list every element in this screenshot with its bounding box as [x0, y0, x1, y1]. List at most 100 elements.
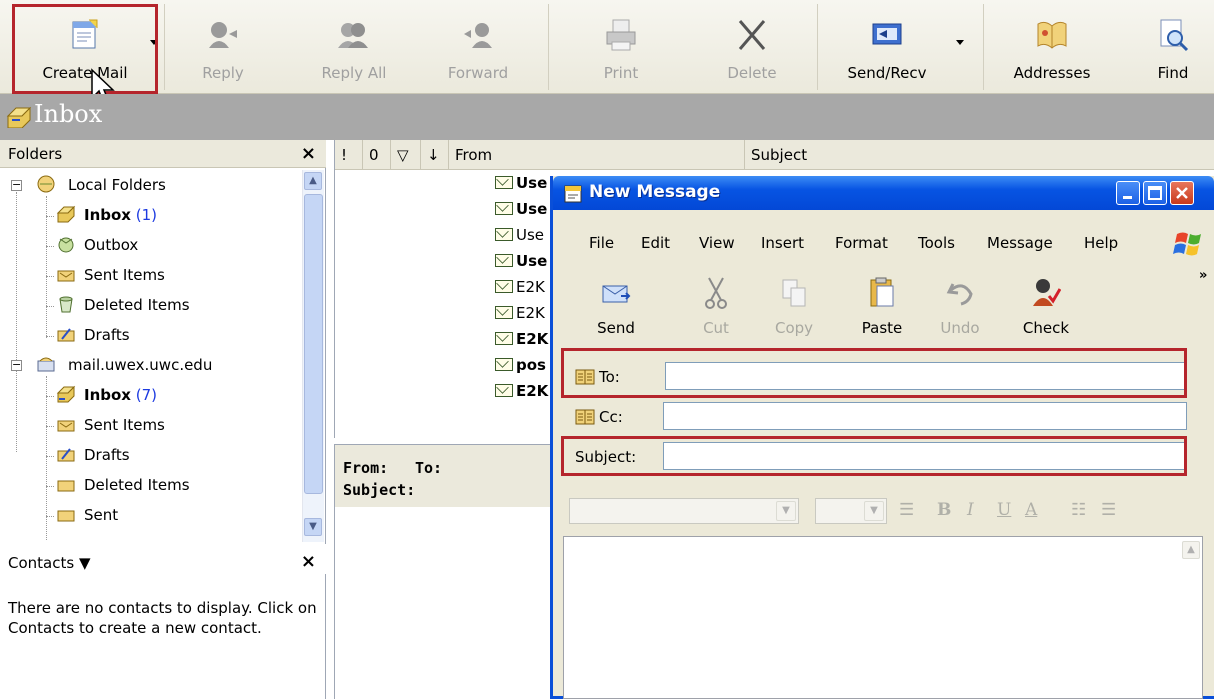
minimize-button[interactable] — [1116, 181, 1140, 205]
preview-to-label: To: — [415, 459, 443, 477]
cc-field[interactable] — [663, 402, 1187, 430]
table-row[interactable]: Use — [495, 252, 547, 278]
table-row[interactable]: E2K — [495, 278, 545, 304]
reply-icon — [209, 22, 237, 48]
send-button[interactable]: Send — [581, 266, 651, 354]
column-watch[interactable]: ↓ — [421, 140, 449, 170]
numbered-list-icon[interactable]: ☷ — [1071, 500, 1086, 520]
font-select[interactable]: ▼ — [569, 498, 799, 524]
check-names-button[interactable]: Check — [1011, 266, 1081, 354]
cut-button[interactable]: Cut — [681, 266, 751, 354]
table-row[interactable]: Use — [495, 174, 547, 200]
scroll-up-icon[interactable]: ▲ — [1182, 541, 1200, 559]
menu-file[interactable]: File — [589, 234, 614, 252]
column-attachment[interactable]: 0 — [363, 140, 391, 170]
new-message-titlebar[interactable]: New Message — [553, 176, 1214, 210]
folder-sent-items-server[interactable]: Sent Items — [46, 412, 300, 440]
send-icon — [602, 285, 631, 303]
find-button[interactable]: Find — [1138, 6, 1208, 92]
bullet-list-icon[interactable]: ☰ — [1101, 500, 1116, 520]
table-row[interactable]: E2K — [495, 382, 548, 408]
scroll-down-icon[interactable]: ▼ — [304, 518, 322, 536]
table-row[interactable]: Use — [495, 200, 547, 226]
bold-button[interactable]: B — [937, 500, 951, 520]
contacts-empty-message: There are no contacts to display. Click … — [8, 599, 317, 637]
folder-mail-server[interactable]: − mail.uwex.uwc.edu — [10, 352, 300, 380]
banner-title: Inbox — [34, 100, 103, 128]
folder-drafts-server[interactable]: Drafts — [46, 442, 300, 470]
scroll-thumb[interactable] — [304, 194, 323, 494]
folders-close-icon[interactable]: × — [301, 143, 316, 164]
message-from: Use — [516, 252, 548, 270]
mail-server-icon — [37, 357, 55, 372]
folder-local-folders[interactable]: − Local Folders — [10, 172, 300, 200]
scroll-up-icon[interactable]: ▲ — [304, 172, 322, 190]
folders-scrollbar[interactable]: ▲ ▼ — [302, 170, 324, 542]
underline-button[interactable]: U — [997, 500, 1011, 520]
column-subject[interactable]: Subject — [745, 140, 1214, 170]
contacts-header[interactable]: Contacts ▼ × — [0, 546, 326, 574]
menu-help[interactable]: Help — [1084, 234, 1118, 252]
menu-tools[interactable]: Tools — [918, 234, 955, 252]
folder-inbox-server[interactable]: Inbox (7) — [46, 382, 300, 410]
column-priority[interactable]: ! — [335, 140, 363, 170]
folder-inbox-local[interactable]: Inbox (1) — [46, 202, 300, 230]
toolbar-separator — [548, 4, 549, 90]
table-row[interactable]: E2K — [495, 304, 545, 330]
font-size-select[interactable]: ▼ — [815, 498, 887, 524]
addresses-button[interactable]: Addresses — [1000, 6, 1104, 92]
deleted-items-folder-icon — [57, 480, 75, 492]
reply-label: Reply — [202, 64, 244, 82]
maximize-button[interactable] — [1143, 181, 1167, 205]
table-row[interactable]: Use — [495, 226, 544, 252]
send-receive-button[interactable]: Send/Recv — [834, 6, 940, 92]
menu-edit[interactable]: Edit — [641, 234, 670, 252]
collapse-icon[interactable]: − — [11, 179, 22, 191]
delete-button[interactable]: Delete — [702, 6, 802, 92]
print-button[interactable]: Print — [578, 6, 664, 92]
forward-button[interactable]: Forward — [428, 6, 528, 92]
reply-all-button[interactable]: Reply All — [296, 6, 412, 92]
drafts-folder-icon — [57, 328, 75, 342]
folder-deleted-items-local[interactable]: Deleted Items — [46, 292, 300, 320]
folder-sent-items-local[interactable]: Sent Items — [46, 262, 300, 290]
table-row[interactable]: pos — [495, 356, 546, 382]
folder-drafts-local[interactable]: Drafts — [46, 322, 300, 350]
folder-sent-server[interactable]: Sent — [46, 502, 300, 530]
tree-line — [46, 276, 54, 277]
address-book-icon[interactable] — [575, 408, 595, 426]
drafts-folder-icon — [57, 448, 75, 462]
collapse-icon[interactable]: − — [11, 359, 22, 371]
address-book-icon — [1037, 21, 1067, 49]
paragraph-style-icon[interactable]: ☰ — [899, 500, 914, 520]
column-flag[interactable]: ▽ — [391, 140, 421, 170]
folder-deleted-items-server[interactable]: Deleted Items — [46, 472, 300, 500]
tree-line — [46, 246, 54, 247]
paste-button[interactable]: Paste — [847, 266, 917, 354]
menu-message[interactable]: Message — [987, 234, 1053, 252]
folder-label: mail.uwex.uwc.edu — [68, 356, 213, 374]
font-color-button[interactable]: A — [1025, 500, 1037, 520]
italic-button[interactable]: I — [967, 500, 974, 520]
table-row[interactable]: E2K — [495, 330, 548, 356]
new-message-window: New Message File Edit View Insert Format… — [550, 176, 1214, 699]
paste-icon — [870, 277, 894, 307]
tree-line — [46, 456, 54, 457]
menu-insert[interactable]: Insert — [761, 234, 804, 252]
message-body[interactable]: ▲ — [563, 536, 1203, 699]
undo-label: Undo — [940, 319, 980, 337]
contacts-header-label[interactable]: Contacts ▼ — [8, 554, 90, 572]
chevron-down-icon: ▼ — [864, 501, 884, 521]
menu-view[interactable]: View — [699, 234, 735, 252]
undo-button[interactable]: Undo — [925, 266, 995, 354]
close-button[interactable] — [1170, 181, 1194, 205]
send-receive-dropdown-icon[interactable] — [956, 40, 964, 45]
reply-button[interactable]: Reply — [178, 6, 268, 92]
column-from[interactable]: From — [449, 140, 745, 170]
menu-format[interactable]: Format — [835, 234, 888, 252]
copy-button[interactable]: Copy — [759, 266, 829, 354]
contacts-close-icon[interactable]: × — [301, 551, 316, 572]
folder-outbox[interactable]: Outbox — [46, 232, 300, 260]
envelope-icon — [495, 358, 513, 371]
print-label: Print — [603, 64, 639, 82]
